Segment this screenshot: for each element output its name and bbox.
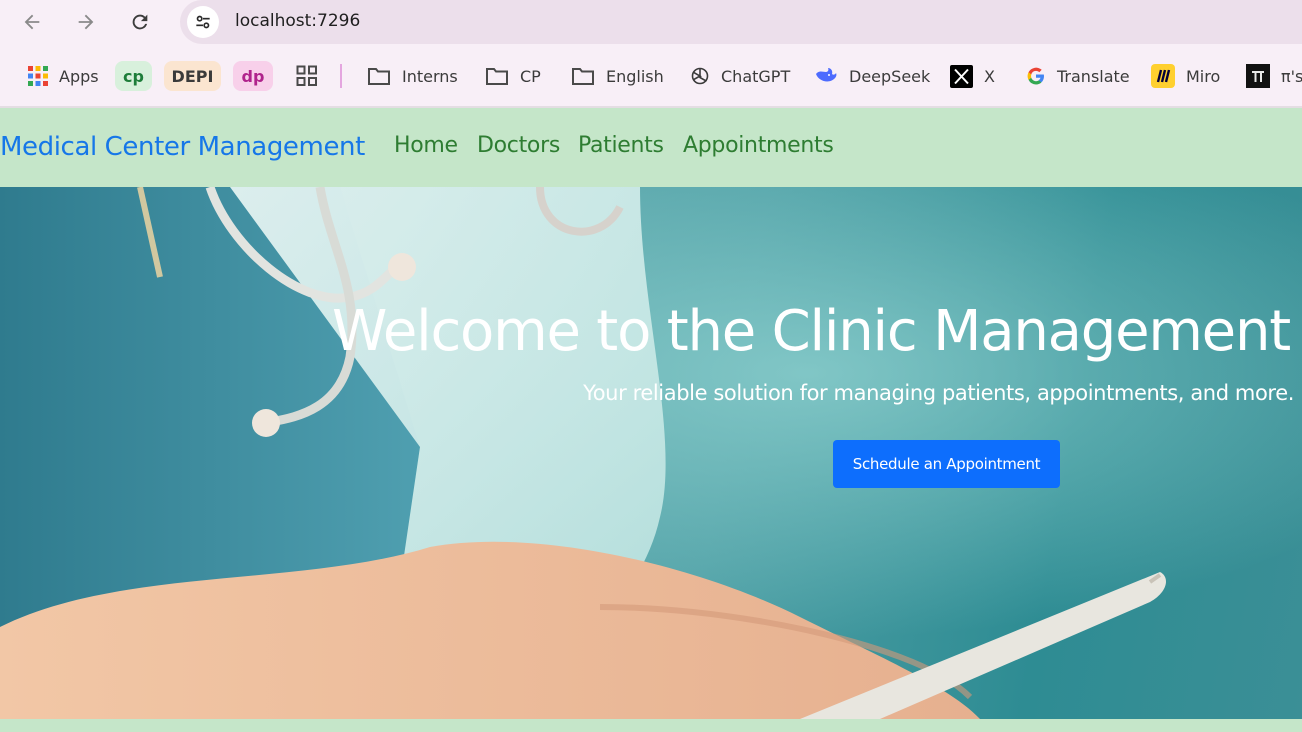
bookmark-label: Translate bbox=[1057, 66, 1130, 86]
bookmark-cp-chip[interactable]: cp bbox=[115, 61, 152, 91]
bookmark-label: X bbox=[984, 66, 995, 86]
deepseek-whale-icon bbox=[814, 66, 838, 86]
bookmark-label: π's bbox=[1281, 66, 1302, 86]
folder-icon bbox=[367, 66, 391, 86]
schedule-appointment-button[interactable]: Schedule an Appointment bbox=[833, 440, 1060, 488]
arrow-right-icon bbox=[78, 14, 94, 30]
pi-icon bbox=[1246, 64, 1270, 88]
tune-icon bbox=[196, 15, 210, 29]
bookmark-depi-chip[interactable]: DEPI bbox=[164, 61, 221, 91]
bookmark-label: DeepSeek bbox=[849, 66, 931, 86]
apps-grid-icon bbox=[28, 66, 48, 86]
google-g-icon bbox=[1026, 66, 1046, 86]
bookmark-dp-chip[interactable]: dp bbox=[233, 61, 273, 91]
chatgpt-icon bbox=[690, 66, 710, 86]
bookmark-label: CP bbox=[520, 66, 541, 86]
url-text[interactable]: localhost:7296 bbox=[235, 11, 360, 31]
folder-icon bbox=[485, 66, 509, 86]
site-info-button[interactable] bbox=[187, 6, 219, 38]
brand-link[interactable]: Medical Center Management bbox=[0, 132, 365, 162]
bookmark-miro[interactable]: Miro bbox=[1151, 56, 1220, 96]
bookmark-folder-english[interactable]: English bbox=[571, 56, 664, 96]
back-button[interactable] bbox=[16, 6, 48, 38]
nav-link-appointments[interactable]: Appointments bbox=[683, 133, 834, 158]
folder-icon bbox=[571, 66, 595, 86]
miro-icon bbox=[1151, 64, 1175, 88]
bookmark-chatgpt[interactable]: ChatGPT bbox=[690, 56, 790, 96]
bookmark-tab-groups[interactable] bbox=[296, 56, 329, 96]
bookmark-pi[interactable]: π's bbox=[1246, 56, 1302, 96]
hero-section: Welcome to the Clinic Management Your re… bbox=[0, 187, 1302, 719]
bookmarks-bar: Apps cp DEPI dp Interns CP English ChatG… bbox=[0, 56, 1302, 96]
bookmark-deepseek[interactable]: DeepSeek bbox=[814, 56, 930, 96]
nav-link-doctors[interactable]: Doctors bbox=[477, 133, 560, 158]
arrow-left-icon bbox=[24, 14, 40, 30]
bookmark-apps[interactable]: Apps bbox=[28, 56, 99, 96]
site-navbar: Medical Center Management Home Doctors P… bbox=[0, 106, 1302, 187]
x-logo-icon bbox=[950, 64, 973, 88]
bookmark-label: English bbox=[606, 66, 664, 86]
browser-toolbar: localhost:7296 bbox=[0, 0, 1302, 44]
tab-groups-icon bbox=[296, 65, 318, 87]
bookmark-separator bbox=[340, 64, 342, 88]
bookmark-label: ChatGPT bbox=[721, 66, 791, 86]
bookmark-folder-interns[interactable]: Interns bbox=[367, 56, 458, 96]
browser-chrome: localhost:7296 Apps cp DEPI dp Interns C… bbox=[0, 0, 1302, 106]
bookmark-label: Miro bbox=[1186, 66, 1221, 86]
bookmark-x[interactable]: X bbox=[950, 56, 995, 96]
reload-button[interactable] bbox=[124, 6, 156, 38]
bookmark-label: Apps bbox=[59, 66, 99, 86]
nav-link-patients[interactable]: Patients bbox=[578, 133, 664, 158]
page-bottom-strip bbox=[0, 719, 1302, 732]
bookmark-folder-cp[interactable]: CP bbox=[485, 56, 541, 96]
bookmark-translate[interactable]: Translate bbox=[1026, 56, 1130, 96]
hero-title: Welcome to the Clinic Management bbox=[331, 299, 1291, 364]
nav-link-home[interactable]: Home bbox=[394, 133, 458, 158]
bookmark-label: Interns bbox=[402, 66, 458, 86]
forward-button[interactable] bbox=[70, 6, 102, 38]
address-bar[interactable]: localhost:7296 bbox=[180, 0, 1302, 44]
hero-subtitle: Your reliable solution for managing pati… bbox=[583, 381, 1294, 405]
hero-background-image bbox=[0, 187, 1302, 719]
reload-icon bbox=[132, 14, 148, 30]
